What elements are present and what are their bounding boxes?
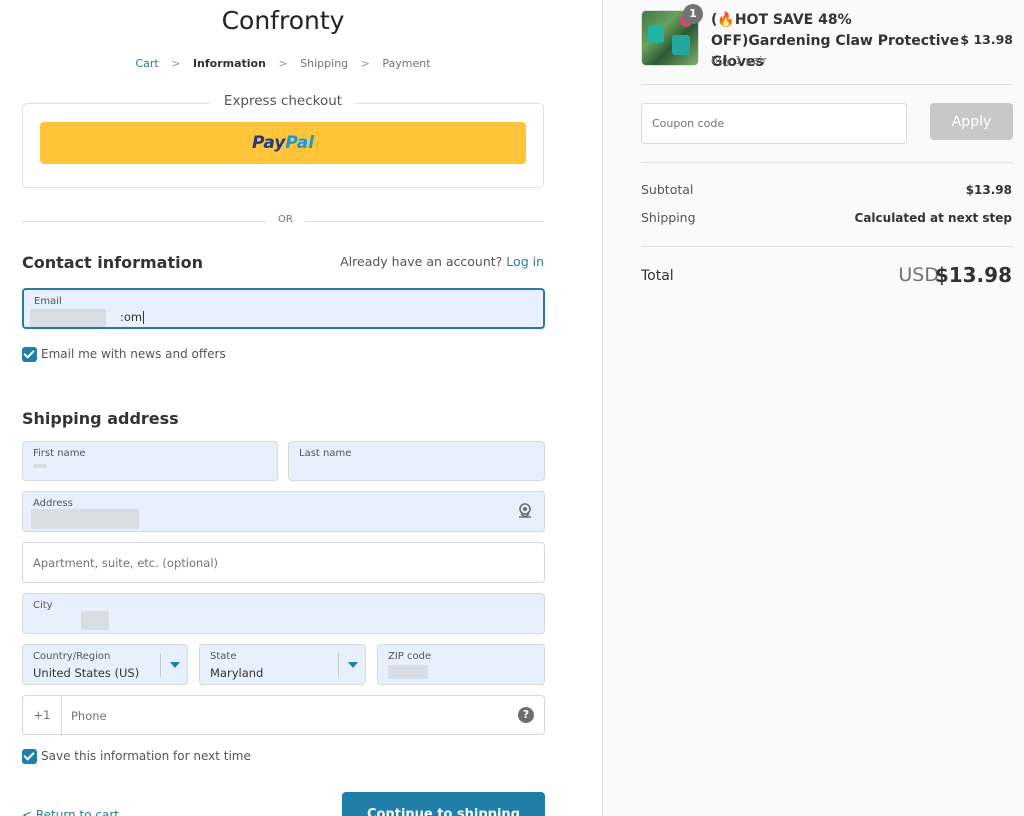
first-name-field[interactable]: First name xyxy=(22,441,278,481)
newsletter-label: Email me with news and offers xyxy=(41,347,226,361)
login-link[interactable]: Log in xyxy=(506,254,544,269)
city-field[interactable]: City xyxy=(22,593,545,634)
last-name-field[interactable]: Last name xyxy=(288,441,545,481)
redacted-email xyxy=(30,309,106,327)
order-summary: 1 (🔥HOT SAVE 48% OFF)Gardening Claw Prot… xyxy=(602,0,1024,816)
breadcrumb: Cart > Information > Shipping > Payment xyxy=(22,57,544,70)
caret-down-icon[interactable] xyxy=(170,662,180,668)
chevron-right-icon: > xyxy=(360,57,370,70)
subtotal-label: Subtotal xyxy=(641,182,694,197)
account-prompt: Already have an account? Log in xyxy=(340,254,544,269)
email-label: Email xyxy=(34,296,62,307)
contact-title: Contact information xyxy=(22,253,203,272)
redacted-address xyxy=(31,509,139,529)
account-prompt-text: Already have an account? xyxy=(340,254,503,269)
address-field[interactable]: Address xyxy=(22,491,545,532)
product-line-item: 1 (🔥HOT SAVE 48% OFF)Gardening Claw Prot… xyxy=(641,4,1013,70)
city-label: City xyxy=(33,600,53,611)
summary-divider xyxy=(641,246,1013,247)
total-label: Total xyxy=(641,268,674,284)
country-select[interactable]: Country/Region United States (US) xyxy=(22,644,188,685)
country-value: United States (US) xyxy=(33,666,140,680)
quantity-badge: 1 xyxy=(683,4,703,24)
chevron-right-icon: > xyxy=(278,57,288,70)
redacted-first-name xyxy=(33,464,47,468)
or-text: OR xyxy=(266,214,305,225)
save-info-label: Save this information for next time xyxy=(41,749,251,763)
state-value: Maryland xyxy=(210,666,264,680)
redacted-city xyxy=(81,611,109,630)
apartment-placeholder: Apartment, suite, etc. (optional) xyxy=(33,556,219,570)
breadcrumb-cart[interactable]: Cart xyxy=(135,57,158,70)
state-label: State xyxy=(210,651,237,662)
shipping-label: Shipping xyxy=(641,210,696,225)
paypal-logo-pay: Pay xyxy=(251,133,286,153)
chevron-right-icon: > xyxy=(171,57,181,70)
express-checkout-title: Express checkout xyxy=(209,93,357,109)
return-to-cart-link[interactable]: < Return to cart xyxy=(22,808,119,816)
location-icon[interactable] xyxy=(516,502,534,520)
paypal-logo-pal: Pal xyxy=(285,133,315,153)
total-currency: USD xyxy=(898,264,939,286)
zip-field[interactable]: ZIP code xyxy=(377,644,545,685)
apply-coupon-button[interactable]: Apply xyxy=(930,103,1013,140)
save-info-checkbox[interactable] xyxy=(22,749,37,764)
redacted-zip xyxy=(388,665,428,679)
product-variant: buy 1 pair xyxy=(711,54,767,67)
zip-label: ZIP code xyxy=(388,651,432,662)
paypal-button[interactable]: Pay Pal xyxy=(40,122,526,164)
breadcrumb-shipping: Shipping xyxy=(300,57,349,70)
product-price: $ 13.98 xyxy=(960,32,1013,47)
subtotal-value: $13.98 xyxy=(965,183,1012,197)
apartment-field[interactable]: Apartment, suite, etc. (optional) xyxy=(22,542,545,583)
last-name-label: Last name xyxy=(299,448,352,459)
phone-field[interactable]: +1 Phone ? xyxy=(22,695,545,735)
store-logo[interactable]: Confronty xyxy=(22,6,544,35)
breadcrumb-information: Information xyxy=(192,57,266,70)
newsletter-checkbox[interactable] xyxy=(22,347,37,362)
breadcrumb-payment: Payment xyxy=(382,57,431,70)
express-checkout: Express checkout Pay Pal xyxy=(22,93,544,188)
phone-placeholder: Phone xyxy=(71,709,107,723)
select-divider xyxy=(160,653,161,677)
address-label: Address xyxy=(33,498,73,509)
caret-down-icon[interactable] xyxy=(348,662,358,668)
email-value: :om xyxy=(120,310,145,324)
summary-divider xyxy=(641,84,1013,85)
phone-country-code[interactable]: +1 xyxy=(23,696,62,734)
shipping-address-title: Shipping address xyxy=(22,409,179,428)
state-select[interactable]: State Maryland xyxy=(199,644,366,685)
country-label: Country/Region xyxy=(33,651,111,662)
help-icon[interactable]: ? xyxy=(518,707,534,723)
select-divider xyxy=(338,653,339,677)
continue-to-shipping-button[interactable]: Continue to shipping xyxy=(342,792,545,816)
shipping-value: Calculated at next step xyxy=(854,211,1012,225)
coupon-code-input[interactable] xyxy=(641,103,907,144)
email-field[interactable]: Email :om xyxy=(22,288,545,329)
first-name-label: First name xyxy=(33,448,86,459)
total-value: $13.98 xyxy=(934,263,1012,287)
summary-divider xyxy=(641,162,1013,163)
